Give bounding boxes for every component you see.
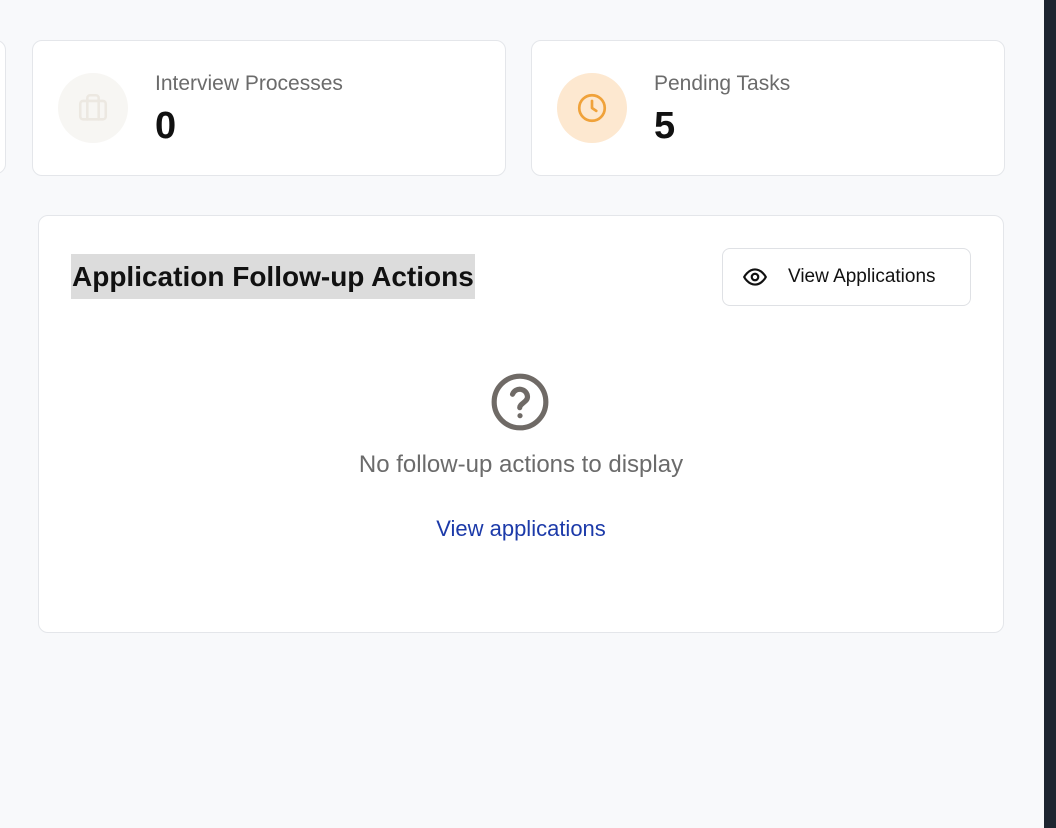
stat-value: 5	[654, 105, 676, 147]
question-circle-icon	[489, 371, 551, 433]
sidebar-edge	[1044, 0, 1056, 828]
stat-label: Pending Tasks	[654, 72, 791, 95]
briefcase-icon	[58, 73, 128, 143]
view-applications-button[interactable]: View Applications	[722, 248, 971, 306]
panel-title: Application Follow-up Actions	[71, 254, 475, 299]
stat-card-interview-processes: Interview Processes 0	[32, 40, 506, 176]
stat-card-partial	[0, 40, 6, 174]
empty-state-message: No follow-up actions to display	[358, 451, 684, 478]
stat-value: 0	[155, 105, 177, 147]
view-applications-button-label: View Applications	[788, 266, 936, 287]
view-applications-link[interactable]: View applications	[39, 516, 1003, 542]
clock-icon	[557, 73, 627, 143]
follow-up-actions-panel: Application Follow-up Actions View Appli…	[38, 215, 1004, 633]
stat-card-pending-tasks: Pending Tasks 5	[531, 40, 1005, 176]
eye-icon	[742, 264, 768, 290]
stat-label: Interview Processes	[155, 72, 343, 95]
